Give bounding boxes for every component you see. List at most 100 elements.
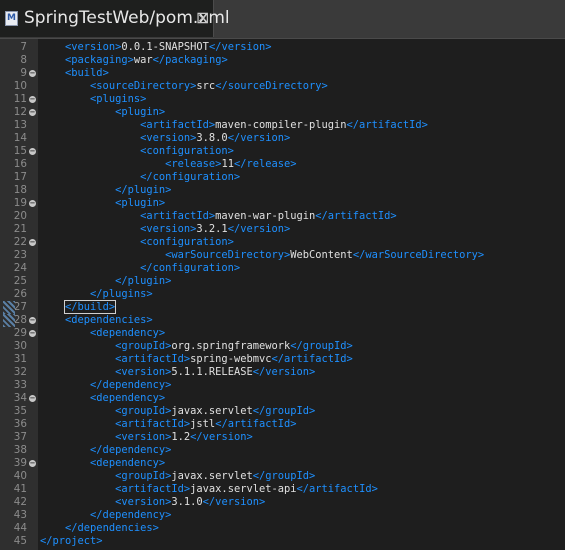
xml-close-tag: </groupId> xyxy=(252,405,316,417)
code-line[interactable]: 13 <artifactId>maven-compiler-plugin</ar… xyxy=(0,119,565,132)
code-content: <groupId>org.springframework</groupId> xyxy=(40,340,353,353)
code-content: <dependency> xyxy=(40,327,165,340)
code-line[interactable]: 18 </plugin> xyxy=(0,184,565,197)
fold-toggle-icon[interactable]: − xyxy=(29,330,36,337)
fold-toggle-icon[interactable]: − xyxy=(29,96,36,103)
code-line[interactable]: 30 <groupId>org.springframework</groupId… xyxy=(0,340,565,353)
line-number: 43 xyxy=(13,509,27,521)
xml-open-tag: <version> xyxy=(115,431,172,443)
code-line[interactable]: 35 <groupId>javax.servlet</groupId> xyxy=(0,405,565,418)
xml-text: maven-war-plugin xyxy=(215,210,316,222)
xml-open-tag: <plugin> xyxy=(115,197,166,209)
code-line[interactable]: 22− <configuration> xyxy=(0,236,565,249)
fold-toggle-icon[interactable]: − xyxy=(29,239,36,246)
xml-open-tag: </plugin> xyxy=(115,275,172,287)
code-content: <groupId>javax.servlet</groupId> xyxy=(40,405,315,418)
code-line[interactable]: 38 </dependency> xyxy=(0,444,565,457)
xml-editor[interactable]: 7 <version>0.0.1-SNAPSHOT</version> 8 <pa… xyxy=(0,39,565,550)
code-content: <dependencies> xyxy=(40,314,153,327)
code-content: <version>3.1.0</version> xyxy=(40,496,265,509)
code-line[interactable]: 21 <version>3.2.1</version> xyxy=(0,223,565,236)
code-line[interactable]: 20 <artifactId>maven-war-plugin</artifac… xyxy=(0,210,565,223)
fold-toggle-icon[interactable]: − xyxy=(29,70,36,77)
xml-text: src xyxy=(196,80,216,92)
close-icon[interactable]: ⊠ xyxy=(196,8,209,27)
code-content: <version>3.8.0</version> xyxy=(40,132,290,145)
line-number: 23 xyxy=(13,249,27,261)
code-line[interactable]: 44 </dependencies> xyxy=(0,522,565,535)
xml-text: 3.8.0 xyxy=(196,132,228,144)
code-line[interactable]: 27 </build> xyxy=(0,300,565,314)
fold-toggle-icon[interactable]: − xyxy=(29,200,36,207)
code-line[interactable]: 16 <release>11</release> xyxy=(0,158,565,171)
code-line[interactable]: 33 </dependency> xyxy=(0,379,565,392)
code-content: <plugin> xyxy=(40,106,165,119)
code-line[interactable]: 25 </plugin> xyxy=(0,275,565,288)
line-number: 31 xyxy=(13,353,27,365)
xml-close-tag: </version> xyxy=(252,366,316,378)
code-line[interactable]: 32 <version>5.1.1.RELEASE</version> xyxy=(0,366,565,379)
line-number: 38 xyxy=(13,444,27,456)
code-line[interactable]: 40 <groupId>javax.servlet</groupId> xyxy=(0,470,565,483)
code-line[interactable]: 9− <build> xyxy=(0,67,565,80)
xml-text: org.springframework xyxy=(171,340,291,352)
line-number: 36 xyxy=(13,418,27,430)
code-line[interactable]: 10 <sourceDirectory>src</sourceDirectory… xyxy=(0,80,565,93)
code-line[interactable]: 34− <dependency> xyxy=(0,392,565,405)
code-line[interactable]: 15− <configuration> xyxy=(0,145,565,158)
code-line[interactable]: 17 </configuration> xyxy=(0,171,565,184)
code-content: <artifactId>jstl</artifactId> xyxy=(40,418,296,431)
xml-close-tag: </sourceDirectory> xyxy=(215,80,328,92)
code-line[interactable]: 37 <version>1.2</version> xyxy=(0,431,565,444)
code-content: <build> xyxy=(40,67,109,80)
code-line[interactable]: 12− <plugin> xyxy=(0,106,565,119)
xml-text: WebContent xyxy=(290,249,353,261)
code-line[interactable]: 8 <packaging>war</packaging> xyxy=(0,54,565,67)
code-line[interactable]: 24 </configuration> xyxy=(0,262,565,275)
line-number: 40 xyxy=(13,470,27,482)
fold-toggle-icon[interactable]: − xyxy=(29,109,36,116)
xml-open-tag: </dependencies> xyxy=(65,522,159,534)
xml-close-tag: </packaging> xyxy=(152,54,228,66)
xml-open-tag: <warSourceDirectory> xyxy=(165,249,291,261)
xml-open-tag: <artifactId> xyxy=(140,119,216,131)
code-line[interactable]: 7 <version>0.0.1-SNAPSHOT</version> xyxy=(0,41,565,54)
tab-pom-xml[interactable]: M SpringTestWeb/pom.xml ⊠ xyxy=(0,0,230,37)
fold-toggle-icon[interactable]: − xyxy=(29,317,36,324)
xml-close-tag: </artifactId> xyxy=(296,483,378,495)
xml-open-tag: <artifactId> xyxy=(115,353,191,365)
code-line[interactable]: 11− <plugins> xyxy=(0,93,565,106)
change-marker xyxy=(3,301,15,314)
xml-open-tag: <dependency> xyxy=(90,392,166,404)
code-line[interactable]: 43 </dependency> xyxy=(0,509,565,522)
fold-toggle-icon[interactable]: − xyxy=(29,395,36,402)
fold-toggle-icon[interactable]: − xyxy=(29,460,36,467)
code-line[interactable]: 31 <artifactId>spring-webmvc</artifactId… xyxy=(0,353,565,366)
fold-toggle-icon[interactable]: − xyxy=(29,148,36,155)
code-line[interactable]: 39− <dependency> xyxy=(0,457,565,470)
code-line[interactable]: 19− <plugin> xyxy=(0,197,565,210)
line-number: 35 xyxy=(13,405,27,417)
code-line[interactable]: 23 <warSourceDirectory>WebContent</warSo… xyxy=(0,249,565,262)
line-number: 9 xyxy=(20,67,27,79)
code-line[interactable]: 41 <artifactId>javax.servlet-api</artifa… xyxy=(0,483,565,496)
code-line[interactable]: 45 </project> xyxy=(0,535,565,548)
code-line[interactable]: 28− <dependencies> xyxy=(0,314,565,327)
line-number: 7 xyxy=(20,41,27,53)
code-line[interactable]: 14 <version>3.8.0</version> xyxy=(0,132,565,145)
code-line[interactable]: 36 <artifactId>jstl</artifactId> xyxy=(0,418,565,431)
line-number: 14 xyxy=(13,132,27,144)
code-content: <plugin> xyxy=(40,197,165,210)
xml-open-tag: <configuration> xyxy=(140,236,234,248)
code-line[interactable]: 29− <dependency> xyxy=(0,327,565,340)
code-line[interactable]: 42 <version>3.1.0</version> xyxy=(0,496,565,509)
code-line[interactable]: 26 </plugins> xyxy=(0,288,565,301)
line-number: 42 xyxy=(13,496,27,508)
